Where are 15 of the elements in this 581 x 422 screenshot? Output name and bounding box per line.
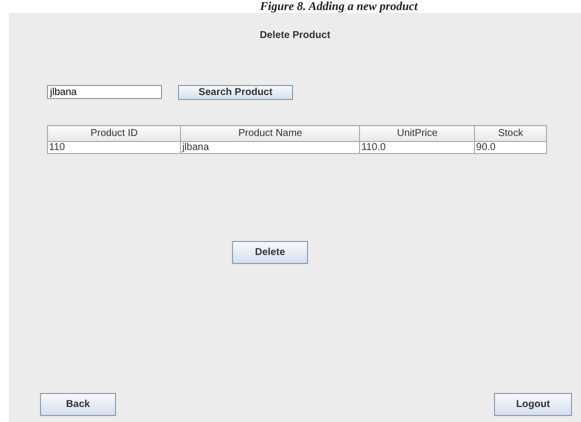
table-cell: 90.0 <box>474 142 546 154</box>
logout-button[interactable]: Logout <box>494 393 572 416</box>
column-header[interactable]: UnitPrice <box>360 126 475 142</box>
figure-caption: Figure 8. Adding a new product <box>260 0 418 13</box>
column-header[interactable]: Product Name <box>180 126 360 142</box>
search-button[interactable]: Search Product <box>178 85 293 100</box>
column-header[interactable]: Product ID <box>48 126 181 142</box>
table-cell: jlbana <box>180 142 360 154</box>
back-button[interactable]: Back <box>40 393 116 416</box>
table-cell: 110 <box>48 142 181 154</box>
window-title: Delete Product <box>260 30 330 41</box>
table-cell: 110.0 <box>360 142 475 154</box>
search-field[interactable]: jlbana <box>47 85 162 99</box>
delete-button[interactable]: Delete <box>232 241 308 264</box>
column-header[interactable]: Stock <box>474 126 546 142</box>
